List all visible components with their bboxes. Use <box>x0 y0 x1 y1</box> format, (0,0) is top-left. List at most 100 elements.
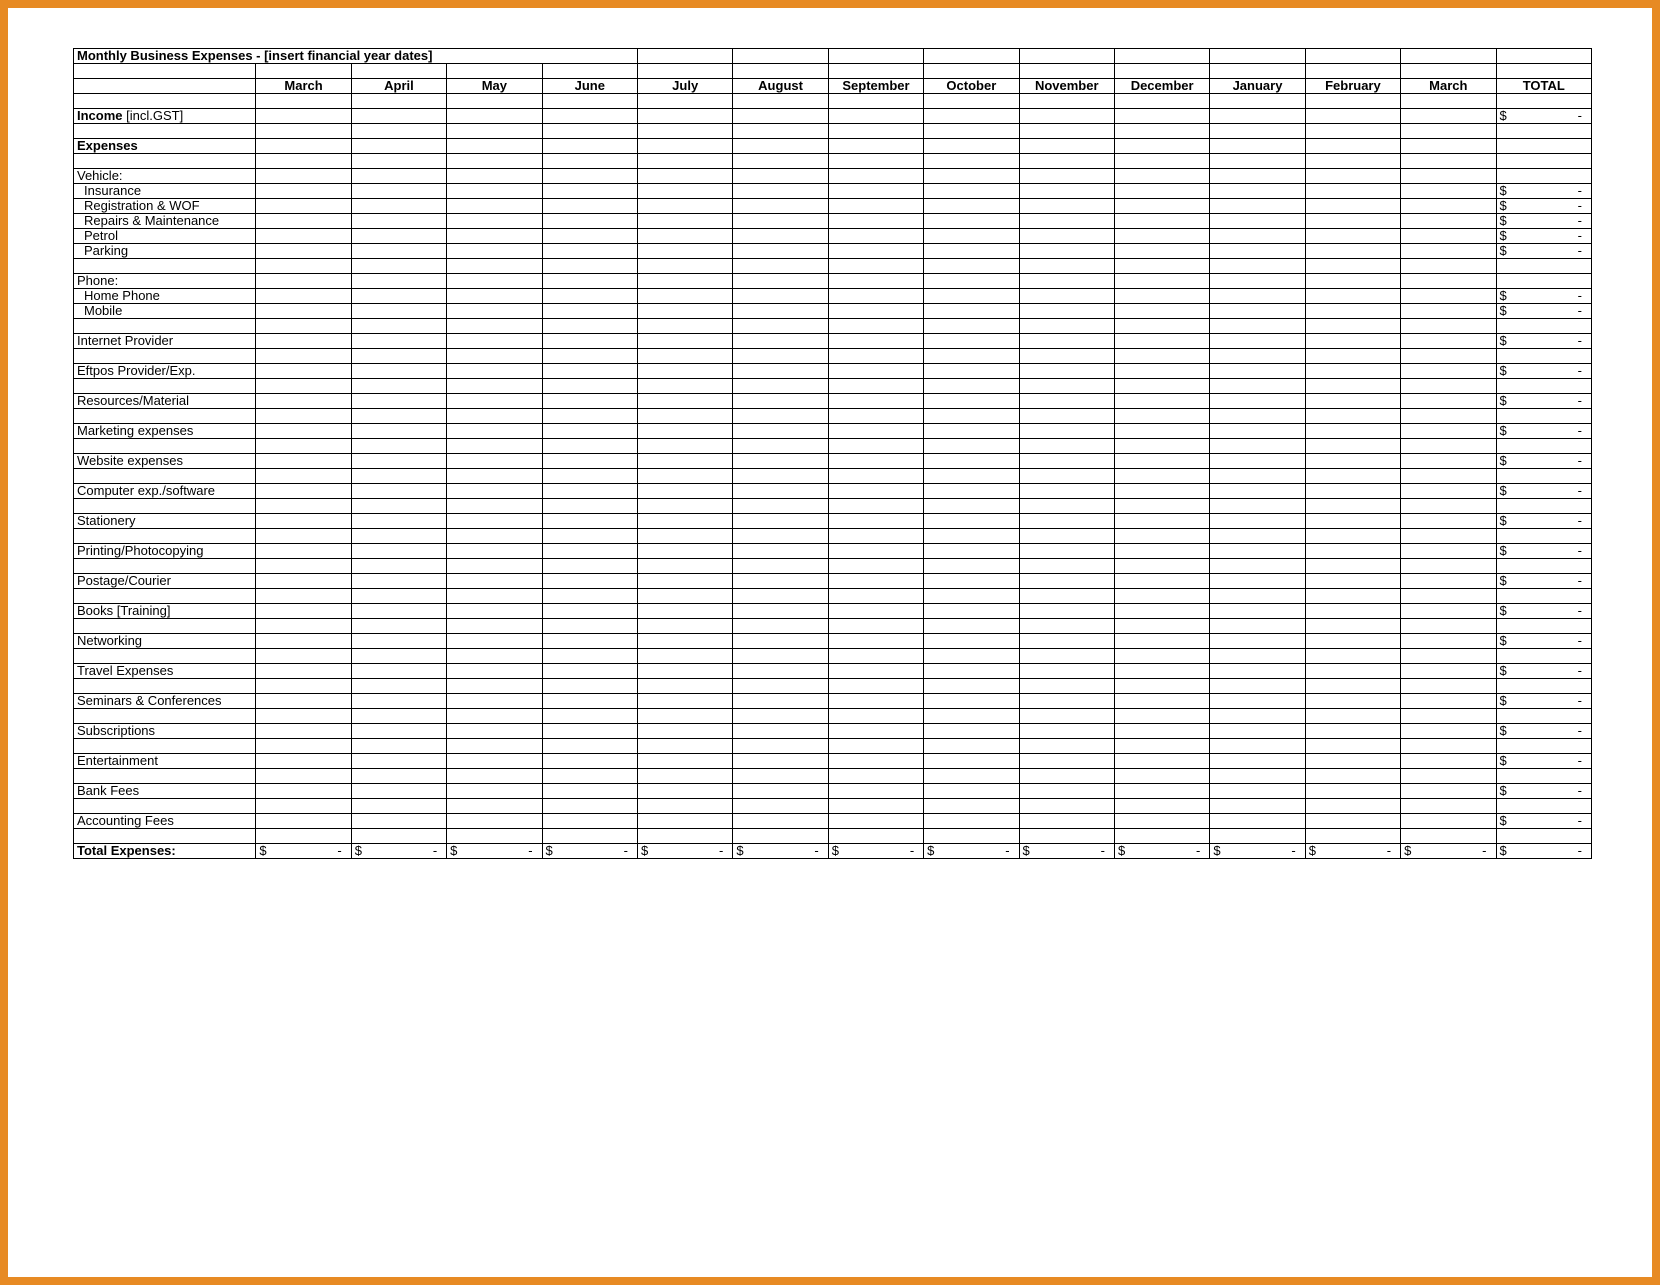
cell-empty[interactable] <box>733 379 828 394</box>
cell-month[interactable] <box>733 784 828 799</box>
cell-empty[interactable] <box>1019 589 1114 604</box>
cell-empty[interactable] <box>733 739 828 754</box>
cell-empty[interactable] <box>1114 619 1209 634</box>
cell-month[interactable] <box>542 199 637 214</box>
cell-empty[interactable] <box>256 154 351 169</box>
cell-empty[interactable] <box>733 619 828 634</box>
cell-empty[interactable] <box>256 379 351 394</box>
cell-empty[interactable] <box>637 589 732 604</box>
cell-empty[interactable] <box>1210 154 1305 169</box>
cell-month[interactable] <box>256 364 351 379</box>
cell-empty[interactable] <box>1019 829 1114 844</box>
cell-empty[interactable] <box>1210 739 1305 754</box>
cell-month[interactable] <box>828 229 923 244</box>
cell-month[interactable] <box>542 484 637 499</box>
cell-month[interactable] <box>1019 169 1114 184</box>
cell-month[interactable] <box>637 514 732 529</box>
cell-month[interactable] <box>1019 394 1114 409</box>
cell-month[interactable] <box>1305 229 1400 244</box>
cell-empty[interactable] <box>447 379 542 394</box>
cell-month[interactable] <box>828 334 923 349</box>
cell-month[interactable] <box>1114 544 1209 559</box>
cell-month[interactable] <box>1305 274 1400 289</box>
cell-total-empty[interactable] <box>1496 169 1592 184</box>
cell-month[interactable] <box>1401 784 1496 799</box>
cell-empty[interactable] <box>1114 349 1209 364</box>
cell-month[interactable] <box>733 724 828 739</box>
cell-month[interactable] <box>637 334 732 349</box>
cell-empty[interactable] <box>1114 409 1209 424</box>
cell-empty[interactable] <box>637 769 732 784</box>
cell-empty[interactable] <box>1305 349 1400 364</box>
cell-month[interactable] <box>447 664 542 679</box>
cell-month[interactable] <box>351 394 446 409</box>
cell-empty[interactable] <box>1114 64 1209 79</box>
cell-empty[interactable] <box>256 769 351 784</box>
cell-month[interactable] <box>542 604 637 619</box>
cell-empty[interactable] <box>542 469 637 484</box>
cell-empty[interactable] <box>256 319 351 334</box>
cell-empty[interactable] <box>1019 94 1114 109</box>
cell-empty[interactable] <box>447 679 542 694</box>
cell-empty[interactable] <box>1019 409 1114 424</box>
cell-month[interactable] <box>637 289 732 304</box>
cell-empty[interactable] <box>1401 154 1496 169</box>
cell-month[interactable] <box>1401 289 1496 304</box>
cell-month[interactable] <box>1401 724 1496 739</box>
cell-empty[interactable] <box>351 709 446 724</box>
cell-month[interactable] <box>447 454 542 469</box>
cell-month[interactable] <box>1019 289 1114 304</box>
cell-empty[interactable] <box>74 154 256 169</box>
cell-empty[interactable] <box>542 379 637 394</box>
cell-month[interactable] <box>924 544 1019 559</box>
cell-month[interactable] <box>1019 634 1114 649</box>
cell-month[interactable] <box>1401 184 1496 199</box>
cell-empty[interactable] <box>447 559 542 574</box>
cell-month[interactable] <box>924 184 1019 199</box>
cell-empty[interactable] <box>1496 679 1592 694</box>
cell-month[interactable] <box>351 484 446 499</box>
cell-month[interactable] <box>447 229 542 244</box>
cell-month[interactable] <box>542 574 637 589</box>
cell-empty[interactable] <box>447 124 542 139</box>
cell-empty[interactable] <box>256 469 351 484</box>
cell-empty[interactable] <box>733 64 828 79</box>
cell-empty[interactable] <box>1305 154 1400 169</box>
cell-month[interactable] <box>1401 214 1496 229</box>
cell-month[interactable] <box>1210 424 1305 439</box>
cell-empty[interactable] <box>1401 619 1496 634</box>
cell-empty[interactable] <box>733 469 828 484</box>
cell-month[interactable] <box>542 364 637 379</box>
cell-empty[interactable] <box>351 259 446 274</box>
cell-month[interactable] <box>1019 694 1114 709</box>
cell-empty[interactable] <box>1019 259 1114 274</box>
cell-empty[interactable] <box>256 64 351 79</box>
cell-month[interactable] <box>1305 454 1400 469</box>
cell-empty[interactable] <box>924 619 1019 634</box>
cell-month[interactable] <box>256 664 351 679</box>
cell-empty[interactable] <box>1210 319 1305 334</box>
cell-empty[interactable] <box>924 739 1019 754</box>
cell-month[interactable] <box>637 424 732 439</box>
cell-month[interactable] <box>828 169 923 184</box>
cell-empty[interactable] <box>637 49 732 64</box>
cell-empty[interactable] <box>733 709 828 724</box>
cell-month[interactable] <box>924 814 1019 829</box>
cell-empty[interactable] <box>924 709 1019 724</box>
cell-month[interactable] <box>637 274 732 289</box>
cell-empty[interactable] <box>1496 799 1592 814</box>
cell-empty[interactable] <box>447 649 542 664</box>
cell-month[interactable] <box>1019 274 1114 289</box>
cell-empty[interactable] <box>1114 469 1209 484</box>
cell-month[interactable] <box>256 214 351 229</box>
cell-empty[interactable] <box>256 499 351 514</box>
cell-empty[interactable] <box>542 799 637 814</box>
cell-month[interactable] <box>733 139 828 154</box>
cell-month[interactable] <box>351 364 446 379</box>
cell-month[interactable] <box>351 139 446 154</box>
cell-month[interactable] <box>1019 109 1114 124</box>
cell-month[interactable] <box>542 544 637 559</box>
cell-empty[interactable] <box>256 94 351 109</box>
cell-empty[interactable] <box>351 94 446 109</box>
cell-empty[interactable] <box>733 529 828 544</box>
